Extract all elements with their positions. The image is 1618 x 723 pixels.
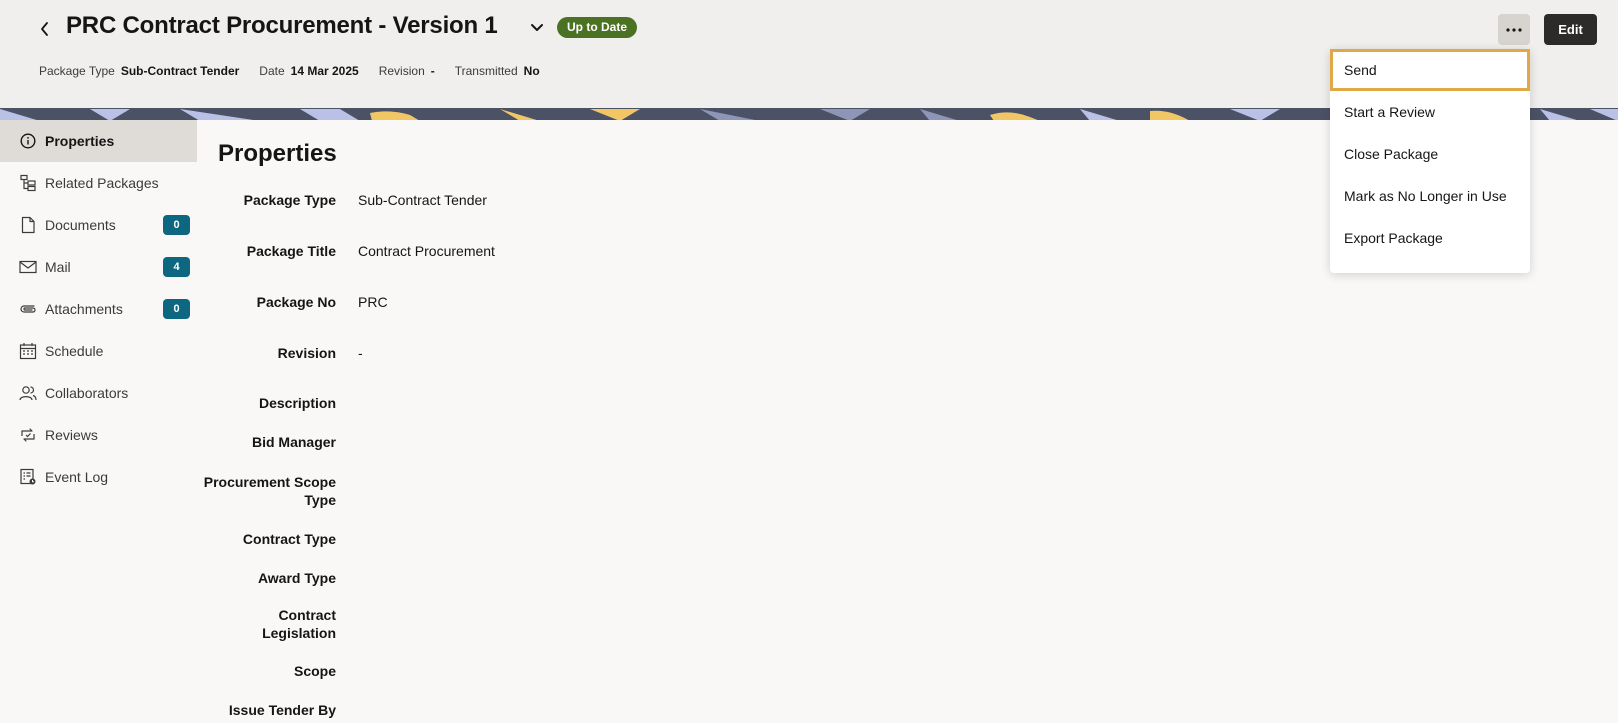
status-badge: Up to Date (557, 17, 637, 38)
sidebar-item-label: Documents (45, 217, 116, 233)
meta-transmitted: Transmitted No (455, 64, 540, 78)
page-title: PRC Contract Procurement - Version 1 (66, 12, 498, 39)
sidebar-item-label: Attachments (45, 301, 123, 317)
hierarchy-icon (18, 173, 38, 193)
mail-icon (18, 257, 38, 277)
menu-item-mark-no-longer-in-use[interactable]: Mark as No Longer in Use (1330, 175, 1530, 217)
sidebar-item-event-log[interactable]: Event Log (0, 456, 197, 498)
count-badge: 0 (163, 215, 190, 235)
field-label: Package No (256, 294, 336, 310)
field-value: PRC (358, 294, 388, 310)
field-label: Revision (277, 345, 336, 361)
field-label: Procurement Scope Type (203, 474, 336, 508)
meta-value: Sub-Contract Tender (120, 64, 240, 78)
count-badge: 4 (163, 257, 190, 277)
more-actions-button[interactable] (1498, 14, 1530, 45)
back-button[interactable] (32, 16, 58, 42)
field-label: Package Title (246, 243, 336, 259)
field-label: Contract Legislation (262, 607, 336, 641)
more-actions-menu: Send Start a Review Close Package Mark a… (1330, 49, 1530, 273)
menu-item-start-review[interactable]: Start a Review (1330, 91, 1530, 133)
field-value: Sub-Contract Tender (358, 192, 487, 208)
meta-label: Package Type (39, 64, 115, 78)
meta-label: Date (259, 64, 285, 78)
meta-revision: Revision - (379, 64, 435, 78)
field-label: Description (258, 395, 336, 411)
sidebar-item-properties[interactable]: Properties (0, 120, 197, 162)
meta-value: 14 Mar 2025 (290, 64, 359, 78)
chevron-left-icon (41, 22, 48, 36)
meta-package-type: Package Type Sub-Contract Tender (39, 64, 239, 78)
meta-value: - (430, 64, 435, 78)
paperclip-icon (18, 299, 38, 319)
info-icon (18, 131, 38, 151)
field-value: - (358, 345, 363, 361)
menu-item-send[interactable]: Send (1330, 49, 1530, 91)
field-value: Contract Procurement (358, 243, 495, 259)
ellipsis-icon (1506, 27, 1522, 32)
sidebar-item-label: Collaborators (45, 385, 129, 401)
version-dropdown-button[interactable] (526, 17, 548, 39)
field-label: Package Type (243, 192, 336, 208)
field-label: Contract Type (242, 531, 336, 547)
field-label: Issue Tender By (228, 702, 336, 718)
review-icon (18, 425, 38, 445)
menu-item-export-package[interactable]: Export Package (1330, 217, 1530, 259)
meta-value: No (523, 64, 540, 78)
calendar-icon (18, 341, 38, 361)
section-title: Properties (218, 140, 337, 167)
sidebar-item-label: Reviews (45, 427, 98, 443)
people-icon (18, 383, 38, 403)
sidebar-item-label: Event Log (45, 469, 109, 485)
edit-button[interactable]: Edit (1544, 14, 1597, 45)
document-icon (18, 215, 38, 235)
sidebar-item-label: Mail (45, 259, 71, 275)
sidebar-item-label: Schedule (45, 343, 104, 359)
sidebar-item-documents[interactable]: Documents 0 (0, 204, 197, 246)
field-label: Bid Manager (251, 434, 336, 450)
field-label: Award Type (257, 570, 336, 586)
meta-label: Revision (378, 64, 425, 78)
menu-item-close-package[interactable]: Close Package (1330, 133, 1530, 175)
package-meta: Package Type Sub-Contract Tender Date 14 M… (39, 64, 560, 78)
meta-date: Date 14 Mar 2025 (259, 64, 358, 78)
meta-label: Transmitted (454, 64, 518, 78)
chevron-down-icon (531, 24, 543, 31)
sidebar-item-label: Properties (45, 133, 115, 149)
event-log-icon (18, 467, 38, 487)
sidebar-item-label: Related Packages (45, 175, 159, 191)
field-label: Scope (293, 663, 336, 679)
